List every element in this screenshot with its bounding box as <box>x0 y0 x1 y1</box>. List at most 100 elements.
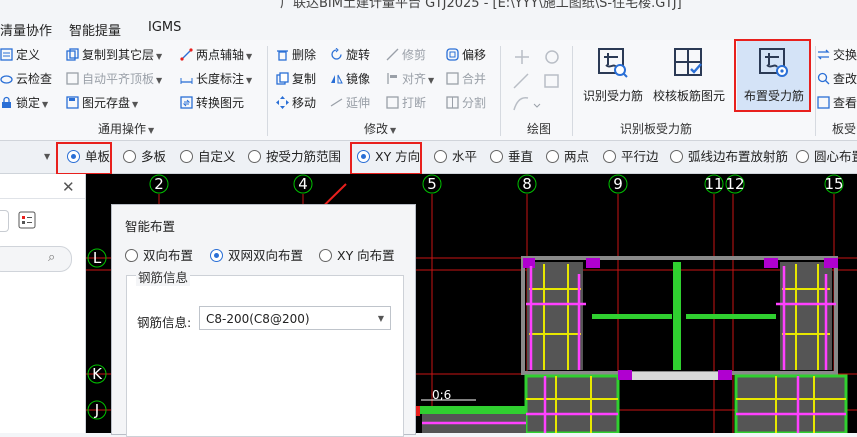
lock-button[interactable]: 锁定 ▼ <box>0 93 48 113</box>
cloud-check-button[interactable]: 云检查 <box>0 69 52 89</box>
window-title: 广联达BIM土建计量平台 GTJ2025 - [E:\YYY\施工图纸\S-住宅… <box>280 0 682 11</box>
ribbon-divider <box>815 46 816 136</box>
trim-button[interactable]: 修剪 <box>386 45 426 65</box>
layout-option-double-net[interactable]: 双网双向布置 <box>210 245 303 264</box>
copy-floor-icon <box>66 48 79 61</box>
option-rebar-range[interactable]: 按受力筋范围 <box>248 149 341 165</box>
option-label: 双向布置 <box>143 248 194 263</box>
dimension-annotation: 0;6 <box>432 388 451 402</box>
merge-button[interactable]: 合并 <box>446 69 486 89</box>
dialog-title: 智能布置 <box>125 219 176 234</box>
align-button[interactable]: 对齐 ▼ <box>386 69 434 89</box>
rebar-info-value: C8-200(C8@200) <box>206 312 310 326</box>
identify-rebar-button[interactable]: 识别受力筋 <box>580 46 646 104</box>
mirror-button[interactable]: 镜像 <box>330 69 370 89</box>
close-icon[interactable]: ✕ <box>62 178 75 196</box>
identify-rebar-label: 识别受力筋 <box>582 89 643 103</box>
option-label: 两点 <box>564 149 590 164</box>
rotate-icon <box>331 48 342 60</box>
grid-row-label: L <box>93 249 102 267</box>
copy-to-floor-label: 复制到其它层 <box>82 48 155 62</box>
split-button[interactable]: 分割 <box>446 93 486 113</box>
option-arc-radial[interactable]: 弧线边布置放射筋 <box>670 149 788 165</box>
define-button[interactable]: 定义 <box>0 45 40 65</box>
option-label: 垂直 <box>508 149 534 164</box>
highlight-box-xy-direction <box>350 142 422 175</box>
two-point-axis-button[interactable]: 两点辅轴 ▼ <box>180 45 252 65</box>
delete-button[interactable]: 删除 <box>276 45 316 65</box>
menu-smart-extract[interactable]: 智能提量 <box>69 20 121 39</box>
option-two-point[interactable]: 两点 <box>546 149 589 165</box>
radio-icon <box>125 249 138 262</box>
menu-igms[interactable]: IGMS <box>148 20 181 35</box>
length-dimension-button[interactable]: 长度标注 ▼ <box>180 69 252 89</box>
view-button[interactable]: 查看 <box>817 93 857 113</box>
search-icon[interactable]: ⌕ <box>48 250 55 265</box>
radio-icon <box>546 150 559 163</box>
rotate-button[interactable]: 旋转 <box>330 45 370 65</box>
save-element-button[interactable]: 图元存盘 ▼ <box>66 93 138 113</box>
panel-tab[interactable] <box>0 210 9 232</box>
option-horizontal[interactable]: 水平 <box>434 149 477 165</box>
layout-option-bidirectional[interactable]: 双向布置 <box>125 245 193 264</box>
extend-label: 延伸 <box>346 96 371 110</box>
move-icon <box>276 96 289 109</box>
query-icon <box>817 72 830 85</box>
break-button[interactable]: 打断 <box>386 93 426 113</box>
length-dimension-label: 长度标注 <box>196 72 245 86</box>
copy-button[interactable]: 复制 <box>276 69 316 89</box>
dimension-icon <box>180 78 193 84</box>
group-label-draw: 绘图 <box>527 122 552 136</box>
define-label: 定义 <box>16 48 41 62</box>
swap-icon <box>817 49 830 60</box>
convert-element-label: 转换图元 <box>196 96 245 110</box>
option-label: 水平 <box>452 149 478 164</box>
auto-align-top-button[interactable]: 自动平齐顶板 ▼ <box>66 69 162 89</box>
rebar-info-section: 钢筋信息 <box>126 267 404 437</box>
section-title: 钢筋信息 <box>136 267 191 286</box>
option-parallel-edge[interactable]: 平行边 <box>603 149 659 165</box>
convert-element-button[interactable]: 转换图元 <box>180 93 244 113</box>
split-label: 分割 <box>462 96 487 110</box>
search-input[interactable] <box>0 246 72 272</box>
panel-divider <box>0 198 85 199</box>
grid-col-label: 11 <box>704 175 723 193</box>
swap-label: 交换 <box>833 48 857 62</box>
grid-col-label: 12 <box>725 175 744 193</box>
radio-icon <box>490 150 503 163</box>
lock-icon <box>2 96 11 108</box>
option-label: 平行边 <box>621 149 659 164</box>
option-center[interactable]: 圆心布置 <box>796 149 857 165</box>
swap-button[interactable]: 交换 <box>817 45 857 65</box>
query-modify-button[interactable]: 查改 <box>817 69 857 89</box>
delete-label: 删除 <box>292 48 317 62</box>
grid-col-label: 4 <box>298 175 308 193</box>
smart-layout-dialog: 智能布置 双向布置 双网双向布置 XY 向布置 钢筋信息 钢筋信息: C8-20… <box>111 204 416 437</box>
draw-tools[interactable] <box>508 46 564 116</box>
mirror-icon <box>331 74 343 84</box>
extend-button[interactable]: 延伸 <box>330 93 370 113</box>
save-icon <box>66 96 79 109</box>
left-panel: ✕ ⌕ <box>0 174 86 433</box>
grid-row-label: J <box>94 401 99 419</box>
menu-collab[interactable]: 清量协作 <box>0 20 52 39</box>
option-vertical[interactable]: 垂直 <box>490 149 533 165</box>
offset-button[interactable]: 偏移 <box>446 45 486 65</box>
radio-icon <box>180 150 193 163</box>
break-icon <box>386 96 399 109</box>
move-button[interactable]: 移动 <box>276 93 316 113</box>
layer-dropdown-arrow[interactable]: ▼ <box>44 149 50 165</box>
property-list-icon[interactable] <box>18 211 36 229</box>
check-slab-rebar-button[interactable]: 校核板筋图元 <box>651 46 727 104</box>
option-custom[interactable]: 自定义 <box>180 149 236 165</box>
copy-to-floor-button[interactable]: 复制到其它层 ▼ <box>66 45 162 65</box>
rebar-info-select[interactable]: C8-200(C8@200) ▼ <box>199 306 391 330</box>
layout-option-xy[interactable]: XY 向布置 <box>319 245 395 264</box>
align-label: 对齐 <box>402 72 427 86</box>
ribbon-divider <box>572 46 573 136</box>
mirror-label: 镜像 <box>346 72 371 86</box>
option-multi-slab[interactable]: 多板 <box>123 149 166 165</box>
group-label-general: 通用操作 ▼ <box>98 122 155 136</box>
grid-row-label: K <box>92 365 103 383</box>
grid-col-label: 2 <box>154 175 164 193</box>
